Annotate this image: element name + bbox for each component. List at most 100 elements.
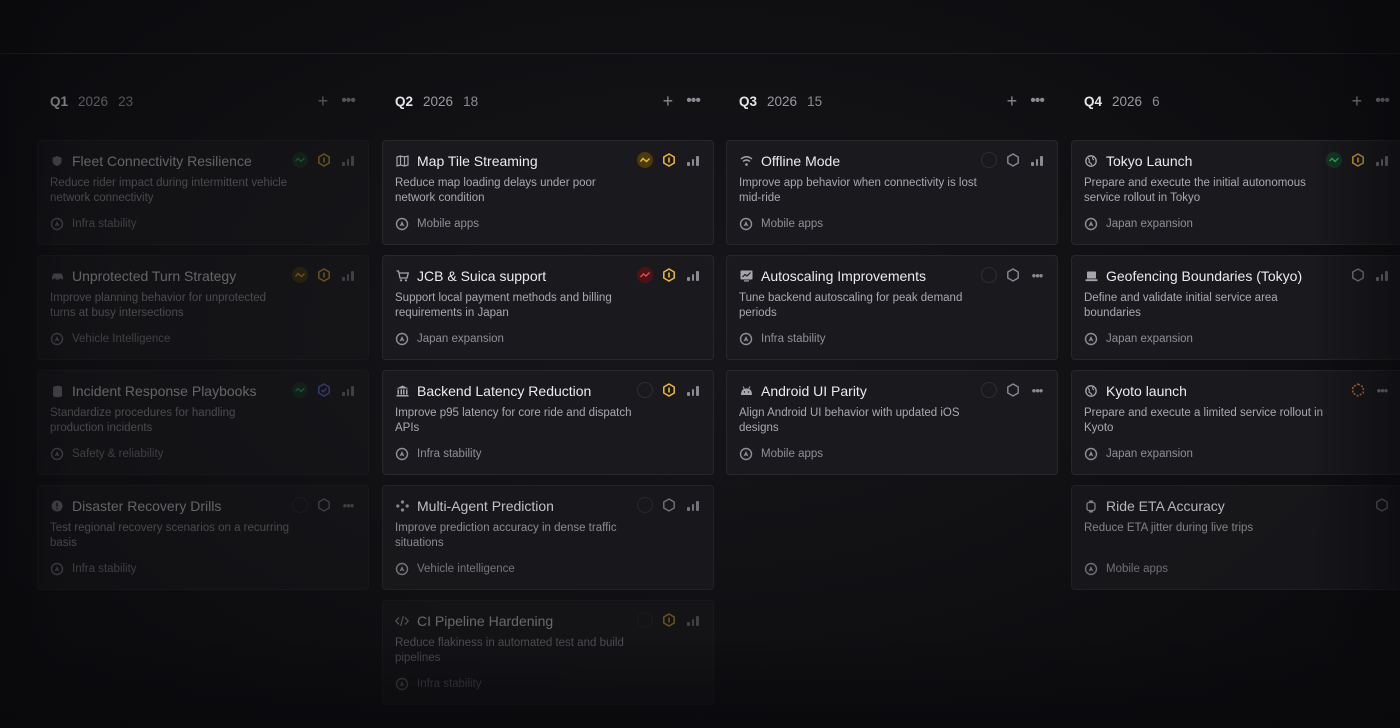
progress-bars-icon[interactable]	[340, 382, 356, 398]
health-none-icon[interactable]	[292, 497, 308, 513]
priority-high-icon[interactable]	[316, 152, 332, 168]
priority-none-icon[interactable]	[661, 497, 677, 513]
priority-medium-icon[interactable]	[1350, 382, 1366, 398]
chart-icon	[739, 269, 753, 283]
more-icon[interactable]: •••	[1029, 268, 1045, 283]
project-label: Japan expansion	[1106, 448, 1193, 460]
roadmap-card[interactable]: Offline Mode Improve app behavior when c…	[726, 140, 1058, 245]
health-at-risk-icon[interactable]	[292, 267, 308, 283]
project-label: Safety & reliability	[72, 448, 164, 460]
column-q2: Q2 2026 18 + ••• Map Tile Streaming Redu…	[382, 84, 714, 715]
health-none-icon[interactable]	[981, 152, 997, 168]
more-icon[interactable]: •••	[1375, 93, 1390, 109]
health-off-track-icon[interactable]	[637, 267, 653, 283]
health-none-icon[interactable]	[981, 382, 997, 398]
health-on-track-icon[interactable]	[292, 382, 308, 398]
project-label: Japan expansion	[1106, 333, 1193, 345]
progress-bars-icon[interactable]	[1374, 267, 1390, 283]
progress-bars-icon[interactable]	[685, 267, 701, 283]
priority-none-icon[interactable]	[1005, 267, 1021, 283]
roadmap-card[interactable]: JCB & Suica support Support local paymen…	[382, 255, 714, 360]
more-icon[interactable]: •••	[1374, 383, 1390, 398]
card-description: Tune backend autoscaling for peak demand…	[739, 292, 963, 319]
progress-bars-icon[interactable]	[340, 152, 356, 168]
card-title: Unprotected Turn Strategy	[72, 268, 237, 284]
more-icon[interactable]: •••	[1030, 93, 1045, 109]
add-icon[interactable]: +	[1352, 92, 1363, 110]
progress-bars-icon[interactable]	[685, 152, 701, 168]
card-title: Backend Latency Reduction	[417, 383, 592, 399]
more-icon[interactable]: •••	[340, 498, 356, 513]
roadmap-card[interactable]: Backend Latency Reduction Improve p95 la…	[382, 370, 714, 475]
roadmap-card[interactable]: Fleet Connectivity Resilience Reduce rid…	[37, 140, 369, 245]
roadmap-card[interactable]: Map Tile Streaming Reduce map loading de…	[382, 140, 714, 245]
card-description: Prepare and execute a limited service ro…	[1084, 407, 1324, 434]
card-title: Map Tile Streaming	[417, 153, 538, 169]
roadmap-card[interactable]: Multi-Agent Prediction Improve predictio…	[382, 485, 714, 590]
project-icon	[395, 332, 409, 346]
nodes-icon	[395, 499, 409, 513]
project-label: Mobile apps	[761, 218, 824, 230]
roadmap-card[interactable]: Autoscaling Improvements ••• Tune backen…	[726, 255, 1058, 360]
roadmap-card[interactable]: Ride ETA Accuracy Reduce ETA jitter duri…	[1071, 485, 1400, 590]
shield-icon	[50, 154, 64, 168]
roadmap-card[interactable]: Incident Response Playbooks Standardize …	[37, 370, 369, 475]
priority-high-icon[interactable]	[661, 267, 677, 283]
priority-none-icon[interactable]	[1350, 267, 1366, 283]
card-title: Ride ETA Accuracy	[1106, 498, 1225, 514]
health-at-risk-icon[interactable]	[637, 152, 653, 168]
progress-bars-icon[interactable]	[685, 382, 701, 398]
priority-high-icon[interactable]	[661, 382, 677, 398]
priority-high-icon[interactable]	[1350, 152, 1366, 168]
project-label: Vehicle intelligence	[417, 563, 515, 575]
priority-none-icon[interactable]	[1005, 152, 1021, 168]
progress-bars-icon[interactable]	[340, 267, 356, 283]
progress-bars-icon[interactable]	[1374, 152, 1390, 168]
roadmap-card[interactable]: Android UI Parity ••• Align Android UI b…	[726, 370, 1058, 475]
progress-bars-icon[interactable]	[685, 497, 701, 513]
column-q3: Q3 2026 15 + ••• Offline Mode Improve ap…	[726, 84, 1058, 485]
health-on-track-icon[interactable]	[292, 152, 308, 168]
project-label: Infra stability	[72, 563, 137, 575]
health-none-icon[interactable]	[637, 382, 653, 398]
health-none-icon[interactable]	[637, 612, 653, 628]
project-label: Infra stability	[761, 333, 826, 345]
more-icon[interactable]: •••	[686, 93, 701, 109]
add-icon[interactable]: +	[1007, 92, 1018, 110]
year-label: 2026	[78, 93, 109, 109]
roadmap-card[interactable]: CI Pipeline Hardening Reduce flakiness i…	[382, 600, 714, 705]
column-q4: Q4 2026 6 + ••• Tokyo Launch Prepare and…	[1071, 84, 1400, 600]
priority-high-icon[interactable]	[661, 612, 677, 628]
priority-none-icon[interactable]	[1374, 497, 1390, 513]
car-icon	[50, 269, 64, 283]
card-title: JCB & Suica support	[417, 268, 547, 284]
card-title: Android UI Parity	[761, 383, 867, 399]
priority-none-icon[interactable]	[316, 497, 332, 513]
add-icon[interactable]: +	[663, 92, 674, 110]
more-icon[interactable]: •••	[1029, 383, 1045, 398]
progress-bars-icon[interactable]	[685, 612, 701, 628]
more-icon[interactable]: •••	[341, 93, 356, 109]
roadmap-card[interactable]: Geofencing Boundaries (Tokyo) Define and…	[1071, 255, 1400, 360]
project-icon	[739, 332, 753, 346]
health-none-icon[interactable]	[981, 267, 997, 283]
priority-none-icon[interactable]	[1005, 382, 1021, 398]
add-icon[interactable]: +	[318, 92, 329, 110]
project-icon	[395, 217, 409, 231]
column-header: Q4 2026 6 + •••	[1071, 84, 1400, 118]
wifi-off-icon	[739, 154, 753, 168]
priority-high-icon[interactable]	[661, 152, 677, 168]
roadmap-card[interactable]: Tokyo Launch Prepare and execute the ini…	[1071, 140, 1400, 245]
project-icon	[395, 562, 409, 576]
priority-high-icon[interactable]	[316, 267, 332, 283]
project-icon	[1084, 217, 1098, 231]
roadmap-card[interactable]: Disaster Recovery Drills ••• Test region…	[37, 485, 369, 590]
priority-done-icon[interactable]	[316, 382, 332, 398]
health-on-track-icon[interactable]	[1326, 152, 1342, 168]
roadmap-card[interactable]: Kyoto launch ••• Prepare and execute a l…	[1071, 370, 1400, 475]
item-count: 15	[807, 93, 823, 109]
health-none-icon[interactable]	[637, 497, 653, 513]
roadmap-card[interactable]: Unprotected Turn Strategy Improve planni…	[37, 255, 369, 360]
globe-icon	[1084, 154, 1098, 168]
progress-bars-icon[interactable]	[1029, 152, 1045, 168]
